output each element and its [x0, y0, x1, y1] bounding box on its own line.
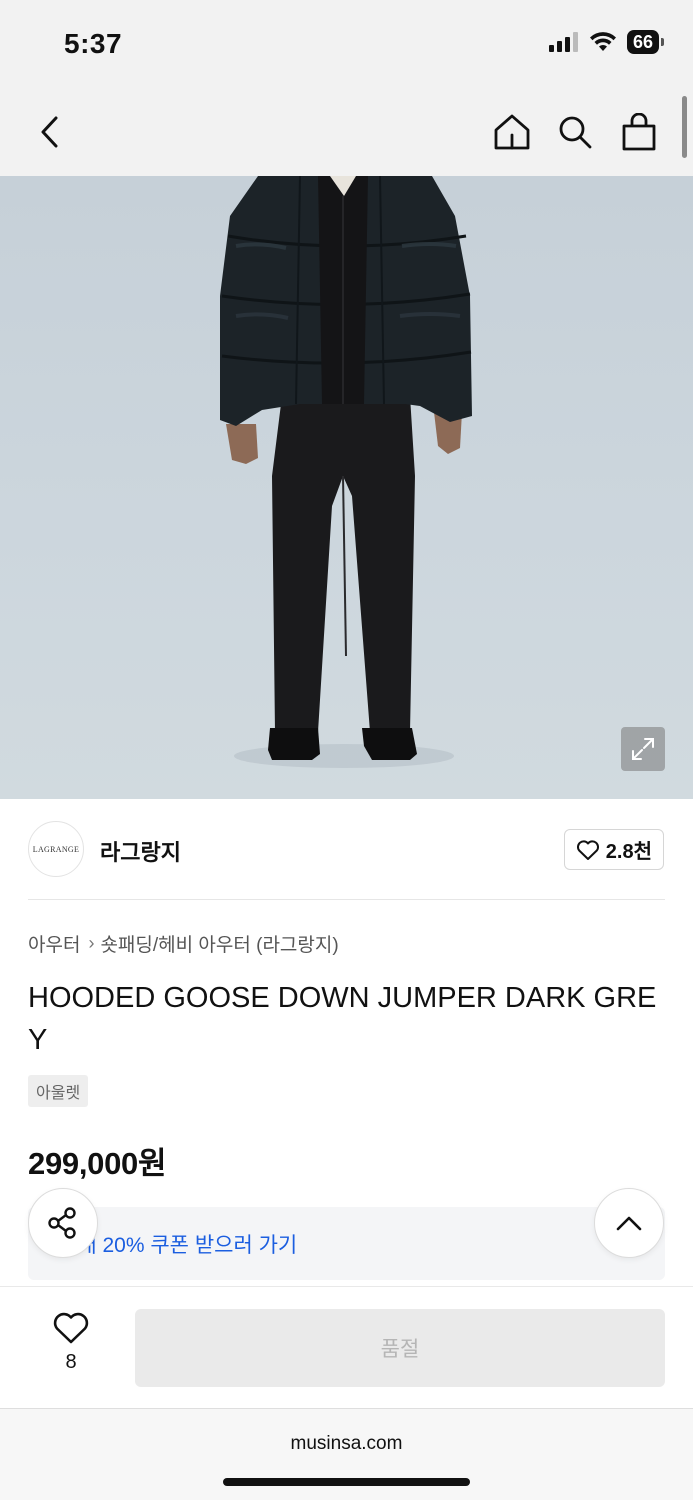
- brand-logo[interactable]: LAGRANGE: [28, 821, 84, 877]
- model-figure: [220, 176, 472, 768]
- signal-icon: [548, 32, 578, 52]
- expand-button[interactable]: [621, 727, 665, 771]
- browser-url[interactable]: musinsa.com: [0, 1433, 693, 1455]
- status-icons: 66: [548, 30, 665, 54]
- soldout-button[interactable]: 품절: [135, 1309, 665, 1387]
- battery-icon: 66: [626, 30, 665, 54]
- search-icon: [559, 116, 592, 149]
- search-button[interactable]: [549, 106, 601, 158]
- product-price: 299,000원: [28, 1146, 167, 1181]
- scroll-top-button[interactable]: [594, 1188, 664, 1258]
- share-icon: [48, 1207, 76, 1239]
- brand-name[interactable]: 라그랑지: [100, 835, 181, 867]
- nav-header: [0, 88, 693, 176]
- status-bar: 5:37 66: [0, 0, 693, 88]
- brand-like-count: 2.8천: [605, 841, 652, 863]
- bottom-action-bar: 8 품절: [0, 1286, 693, 1408]
- home-button[interactable]: [486, 106, 538, 158]
- status-time: 5:37: [64, 28, 123, 59]
- heart-outline-icon: [53, 1312, 89, 1344]
- home-icon: [494, 114, 530, 150]
- back-chevron-icon: [41, 116, 58, 148]
- cart-button[interactable]: [613, 106, 665, 158]
- wishlist-count: 8: [65, 1351, 77, 1373]
- breadcrumb-item-outer[interactable]: 아우터: [28, 930, 80, 957]
- back-button[interactable]: [24, 106, 76, 158]
- brand-row[interactable]: LAGRANGE 라그랑지 2.8천: [0, 799, 693, 899]
- scroll-indicator[interactable]: [682, 96, 687, 158]
- chevron-up-icon: [616, 1216, 642, 1231]
- wishlist-button[interactable]: 8: [42, 1311, 100, 1381]
- breadcrumb-separator-icon: ›: [88, 933, 95, 953]
- home-indicator[interactable]: [223, 1478, 470, 1486]
- product-title: HOODED GOOSE DOWN JUMPER DARK GREY: [28, 982, 657, 1056]
- brand-like-button[interactable]: 2.8천: [563, 829, 664, 870]
- coupon-banner[interactable]: 구매 20% 쿠폰 받으러 가기: [28, 1207, 665, 1280]
- wifi-icon: [589, 32, 616, 51]
- breadcrumb: 아우터 › 숏패딩/헤비 아우터 (라그랑지): [28, 930, 339, 957]
- outlet-tag: 아울렛: [28, 1075, 89, 1107]
- breadcrumb-item-category[interactable]: 숏패딩/헤비 아우터 (라그랑지): [100, 930, 338, 957]
- share-button[interactable]: [28, 1188, 98, 1258]
- product-image[interactable]: [0, 176, 693, 799]
- expand-icon: [632, 738, 654, 760]
- shopping-bag-icon: [622, 113, 656, 151]
- divider: [28, 899, 665, 900]
- heart-outline-icon: [576, 839, 599, 860]
- browser-address-bar[interactable]: musinsa.com: [0, 1408, 693, 1500]
